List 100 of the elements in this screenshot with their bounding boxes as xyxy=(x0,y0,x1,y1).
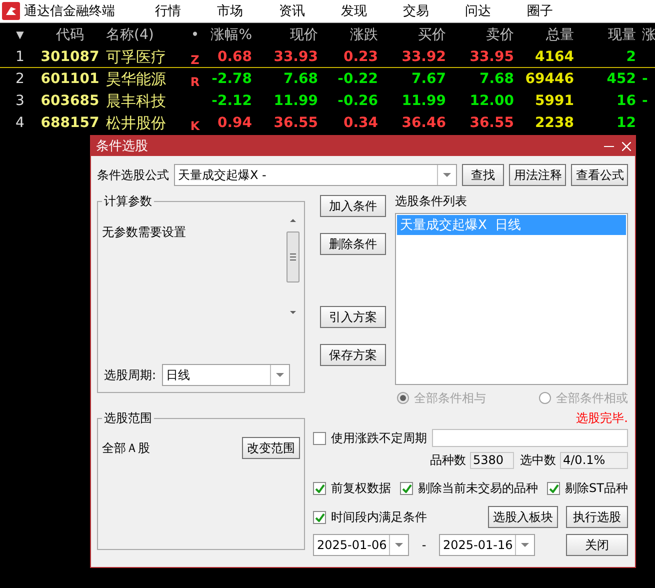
action-button[interactable]: 加入条件 xyxy=(320,195,386,217)
quote-row[interactable]: 2 601101 昊华能源 R -2.78 7.68 -0.22 7.67 7.68 69446 452 - xyxy=(0,68,655,90)
params-text: 无参数需要设置 xyxy=(102,224,187,241)
table-cell-text: 452 xyxy=(606,71,636,87)
period-combo[interactable]: 日线 xyxy=(162,364,290,386)
menu-item[interactable]: 市场 xyxy=(199,2,261,20)
table-cell-text: 2 xyxy=(14,71,26,87)
column-header[interactable]: 现量 xyxy=(574,26,636,44)
signal-mark: K xyxy=(189,118,201,133)
checkbox[interactable] xyxy=(547,482,560,494)
quote-row[interactable]: 1 301087 可孚医疗 Z 0.68 33.93 0.23 33.92 33.95 4164 2 xyxy=(0,46,655,68)
table-cell: 603685 xyxy=(40,93,100,109)
check-icon xyxy=(402,484,412,492)
table-cell-text: 4164 xyxy=(534,49,574,65)
checkbox[interactable] xyxy=(313,432,326,444)
column-header[interactable]: 卖价 xyxy=(446,26,514,44)
caret-icon xyxy=(395,543,403,547)
caret-icon xyxy=(521,543,529,547)
date-picker[interactable]: 2025-01-16 xyxy=(439,534,535,556)
menu-item[interactable]: 圈子 xyxy=(509,2,571,20)
table-cell-text: -0.22 xyxy=(336,71,378,87)
table-cell-text: 0.68 xyxy=(216,49,252,65)
table-cell-text: -0.26 xyxy=(336,93,378,109)
list-label: 选股条件列表 xyxy=(395,193,468,210)
checkbox[interactable] xyxy=(313,510,326,524)
field-label: 选股周期: xyxy=(104,366,156,384)
close-button[interactable]: 关闭 xyxy=(566,534,628,556)
signal-mark: R xyxy=(189,74,201,89)
checkbox[interactable] xyxy=(400,482,414,494)
table-cell-text: 松井股份 xyxy=(105,114,167,132)
count-label: 选中数 xyxy=(520,452,556,468)
check-icon xyxy=(314,484,324,492)
menu-item[interactable]: 行情 xyxy=(137,2,199,20)
table-cell-text: 1 xyxy=(14,49,26,65)
change-scope-button[interactable]: 改变范围 xyxy=(242,437,300,459)
group-title: 计算参数 xyxy=(103,193,153,210)
date-picker[interactable]: 2025-01-06 xyxy=(313,534,409,556)
table-cell: 301087 xyxy=(40,49,100,65)
table-cell-text: 33.95 xyxy=(468,49,514,65)
quote-row[interactable]: 3 603685 晨丰科技 -2.12 11.99 -0.26 11.99 12.00 5991 16 - xyxy=(0,90,655,112)
run-button[interactable]: 执行选股 xyxy=(566,506,628,528)
menu-item[interactable]: 资讯 xyxy=(261,2,323,20)
checkbox-label: 剔除ST品种 xyxy=(565,480,628,496)
table-cell-text: 12 xyxy=(616,115,636,131)
table-cell-text: 69446 xyxy=(524,71,574,87)
table-cell-text: 7.68 xyxy=(478,71,514,87)
table-cell-text: 2238 xyxy=(534,115,574,131)
table-cell-text: 晨丰科技 xyxy=(105,92,167,110)
column-header[interactable]: 买价 xyxy=(378,26,446,44)
column-header[interactable]: 名称(4) xyxy=(100,26,184,44)
checkbox-label: 前复权数据 xyxy=(331,480,391,496)
action-button[interactable]: 删除条件 xyxy=(320,233,386,255)
checkbox-label: 时间段内满足条件 xyxy=(331,508,427,526)
count-label: 品种数 xyxy=(430,452,466,468)
table-cell-text: 36.55 xyxy=(468,115,514,131)
menu-item[interactable]: 发现 xyxy=(323,2,385,20)
table-cell-text: 可孚医疗 xyxy=(105,48,167,66)
column-header[interactable]: 代码 xyxy=(40,26,100,44)
table-cell-text: 昊华能源 xyxy=(105,70,167,88)
table-cell-text: 11.99 xyxy=(272,93,318,109)
column-header[interactable]: 总量 xyxy=(514,26,574,44)
formula-combo[interactable]: 天量成交起爆X - xyxy=(174,164,457,186)
column-header[interactable]: 涨跌 xyxy=(318,26,378,44)
toolbar-button[interactable]: 用法注释 xyxy=(509,164,566,186)
table-cell-text: 4 xyxy=(14,115,26,131)
table-cell-text: 33.93 xyxy=(272,49,318,65)
quote-row[interactable]: 4 688157 松井股份 K 0.94 36.55 0.34 36.46 36.55 2238 12 xyxy=(0,112,655,134)
table-cell-text: 5991 xyxy=(534,93,574,109)
table-cell-text: 16 xyxy=(616,93,636,109)
checkbox[interactable] xyxy=(313,482,326,494)
field-label: 条件选股公式 xyxy=(97,166,169,184)
action-button[interactable]: 引入方案 xyxy=(320,306,386,328)
menu-item[interactable]: 交易 xyxy=(385,2,447,20)
count-field: 4/0.1% xyxy=(560,452,628,468)
table-cell-text: - xyxy=(641,71,649,87)
sort-icon[interactable]: ▼ xyxy=(0,30,40,40)
column-header[interactable]: 现价 xyxy=(252,26,318,44)
caret-icon xyxy=(443,173,451,177)
period-field[interactable] xyxy=(432,429,628,447)
radio-label: 全部条件相与 xyxy=(414,390,486,406)
toolbar-button[interactable]: 查找 xyxy=(462,164,504,186)
app-title: 通达信金融终端 xyxy=(24,3,115,20)
table-cell-text: -2.78 xyxy=(210,71,252,87)
table-cell: 601101 xyxy=(40,71,100,87)
column-header[interactable]: 涨幅% xyxy=(206,26,252,44)
group-title: 选股范围 xyxy=(103,410,153,427)
toolbar-button[interactable]: 查看公式 xyxy=(571,164,628,186)
close-icon xyxy=(622,142,631,150)
table-cell-text: 7.67 xyxy=(410,71,446,87)
action-button[interactable]: 保存方案 xyxy=(320,344,386,366)
table-cell-text: 36.55 xyxy=(272,115,318,131)
table-cell-text: 0.94 xyxy=(216,115,252,131)
table-cell: 688157 xyxy=(40,115,100,131)
table-cell-text: 33.92 xyxy=(400,49,446,65)
dialog-title: 条件选股 xyxy=(96,138,149,155)
column-header[interactable]: • xyxy=(184,27,206,43)
menu-item[interactable]: 问达 xyxy=(447,2,509,20)
add-to-block-button[interactable]: 选股入板块 xyxy=(488,506,558,528)
caret-icon xyxy=(276,373,284,377)
check-icon xyxy=(314,512,324,522)
